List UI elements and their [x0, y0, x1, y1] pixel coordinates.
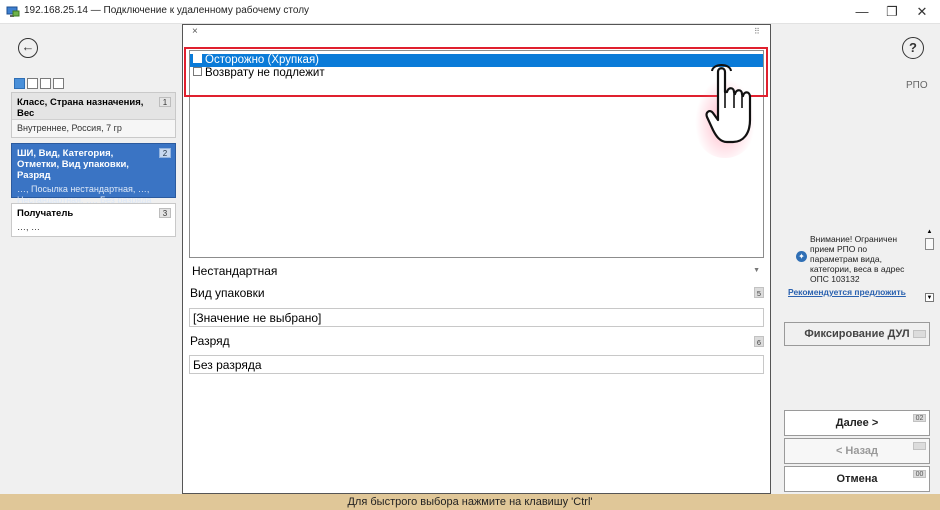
next-button[interactable]: Далее > 02 [784, 410, 930, 436]
step-summary: Внутреннее, Россия, 7 гр [12, 119, 175, 137]
help-icon[interactable]: ? [902, 37, 924, 59]
hotkey-badge: 02 [913, 414, 926, 422]
chevron-down-icon[interactable]: ▼ [753, 261, 760, 281]
progress-box [53, 78, 64, 89]
step-title: Получатель [17, 208, 74, 219]
recommendation-link[interactable]: Рекомендуется предложить [788, 287, 910, 298]
remote-desktop-icon [6, 6, 20, 17]
step-number: 1 [159, 97, 171, 107]
step-card-packaging-category[interactable]: ШИ, Вид, Категория, Отметки, Вид упаковк… [11, 143, 176, 205]
packaging-type-label: Вид упаковки [190, 286, 265, 300]
scroll-down-icon[interactable]: ▼ [925, 293, 934, 302]
step-title: ШИ, Вид, Категория, Отметки, Вид упаковк… [17, 148, 129, 181]
dialog-close-icon[interactable]: × [192, 26, 198, 37]
options-highlight-frame [184, 47, 768, 97]
scrollbar-thumb[interactable] [925, 238, 934, 250]
hotkey-badge: 00 [913, 470, 926, 478]
hotkey-badge [913, 442, 926, 450]
button-label: Отмена [836, 473, 878, 485]
category-label: Разряд [190, 334, 230, 348]
category-field-number: 6 [754, 336, 764, 347]
back-button[interactable]: < Назад [784, 438, 930, 464]
progress-box [27, 78, 38, 89]
select-value: Нестандартная [192, 264, 278, 278]
hand-pointer-icon [705, 64, 752, 144]
scroll-up-icon[interactable]: ▲ [925, 228, 934, 237]
button-label: < Назад [835, 445, 879, 457]
step-card-class-country-weight[interactable]: Класс, Страна назначения, Вес 1 Внутренн… [11, 92, 176, 138]
fix-document-button[interactable]: Фиксирование ДУЛ [784, 322, 930, 346]
hotkey-badge [913, 330, 926, 338]
close-window-button[interactable]: ✕ [904, 0, 940, 24]
step-summary: …, … [17, 222, 41, 232]
status-hint-bar: Для быстрого выбора нажмите на клавишу '… [0, 494, 940, 510]
notice-text: Внимание! Ограничен прием РПО по парамет… [810, 234, 905, 284]
window-title-bar: 192.168.25.14 — Подключение к удаленному… [0, 0, 940, 24]
packaging-type-field[interactable]: [Значение не выбрано] [189, 308, 764, 327]
progress-box [40, 78, 51, 89]
step-number: 3 [159, 208, 171, 218]
progress-box [14, 78, 25, 89]
button-label: Далее > [835, 417, 879, 429]
packaging-field-number: 5 [754, 287, 764, 298]
resize-grip-icon[interactable]: ⠿ [754, 27, 760, 36]
window-title: 192.168.25.14 — Подключение к удаленному… [24, 5, 310, 16]
step-progress-indicator [14, 76, 66, 89]
nonstandard-select[interactable]: Нестандартная ▼ [189, 261, 764, 281]
cancel-button[interactable]: Отмена 00 [784, 466, 930, 492]
back-arrow-icon[interactable]: ← [18, 38, 38, 58]
restriction-notice: ✦ Внимание! Ограничен прием РПО по парам… [786, 228, 924, 300]
info-star-icon: ✦ [796, 251, 807, 262]
rpo-label: РПО [906, 80, 928, 91]
button-label: Фиксирование ДУЛ [804, 328, 910, 340]
step-number: 2 [159, 148, 171, 158]
step-card-recipient[interactable]: Получатель 3 …, … [11, 203, 176, 237]
category-field[interactable]: Без разряда [189, 355, 764, 374]
step-title: Класс, Страна назначения, Вес [17, 97, 144, 119]
